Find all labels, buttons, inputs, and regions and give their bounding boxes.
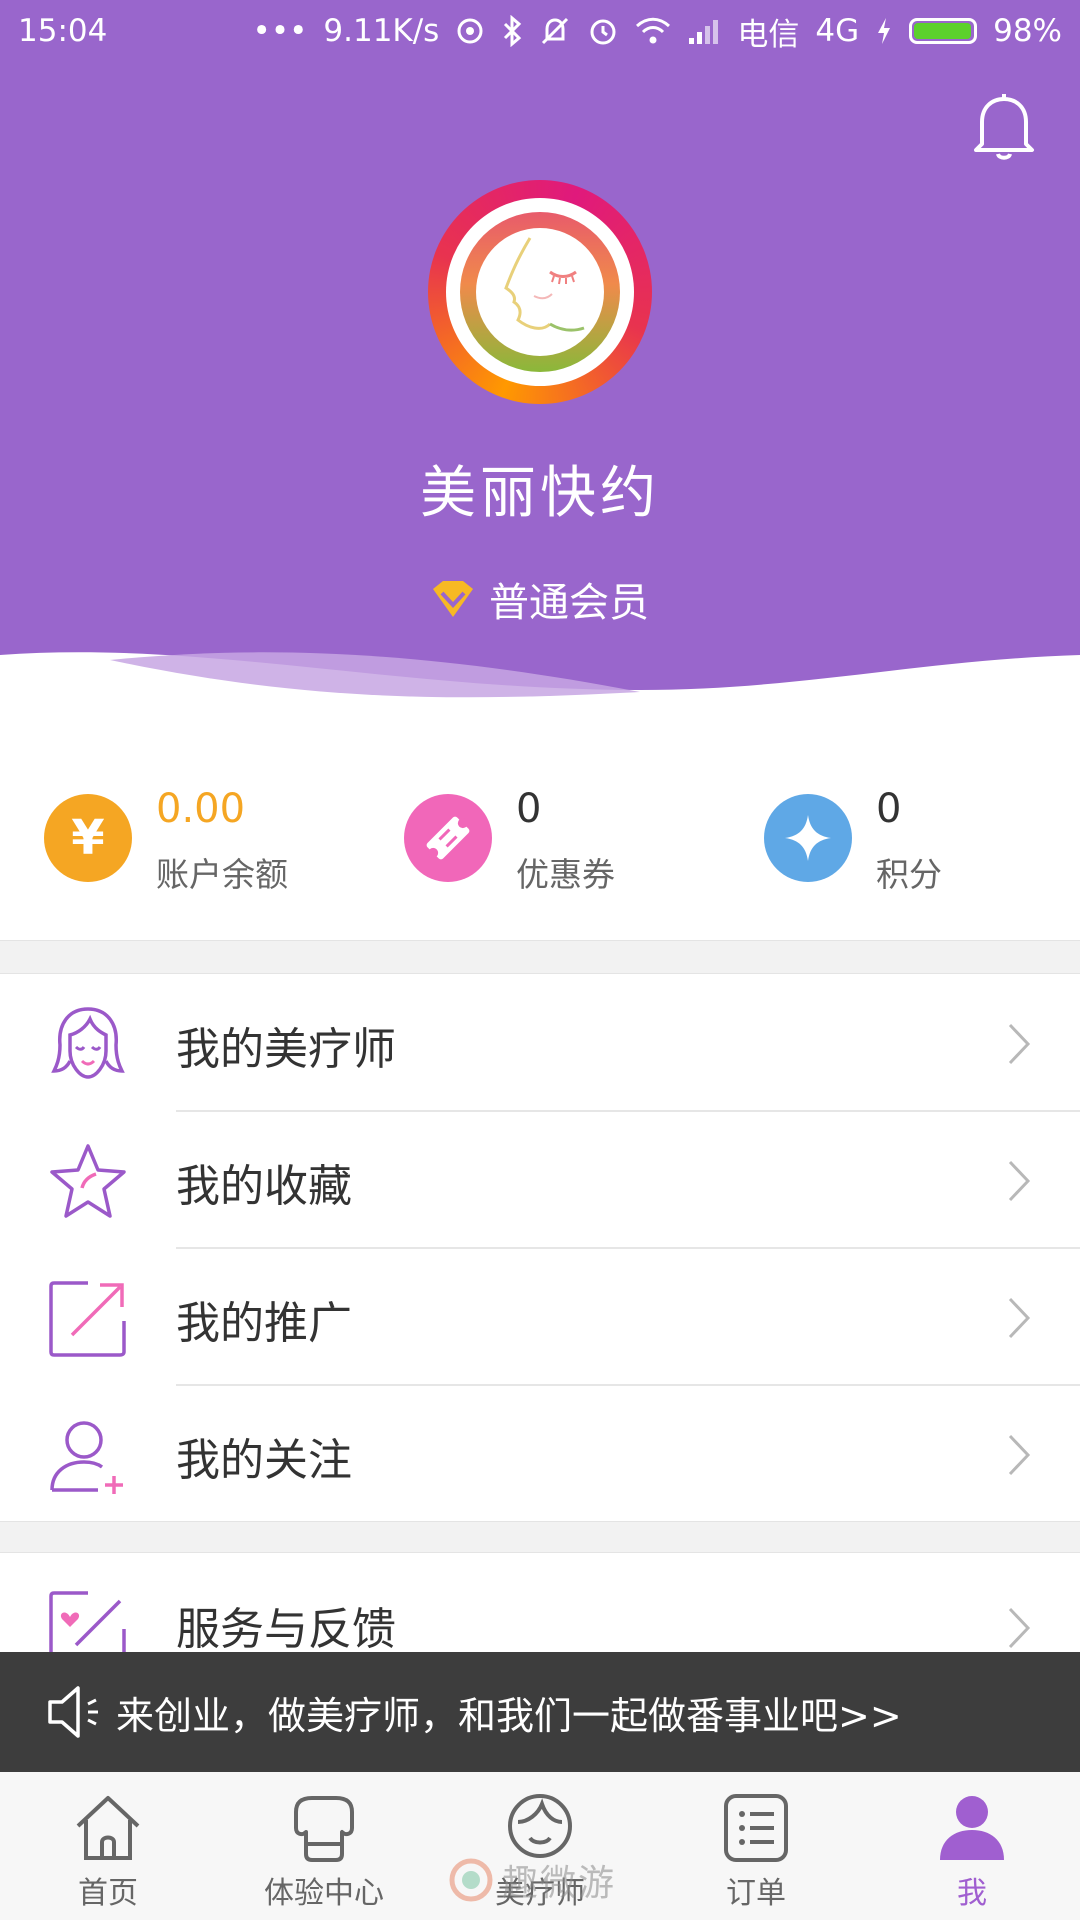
battery-icon <box>909 18 978 44</box>
tab-orders[interactable]: 订单 <box>648 1772 864 1920</box>
profile-header: 美丽快约 普通会员 <box>0 0 1080 720</box>
menu-item-label: 我的收藏 <box>176 1161 352 1212</box>
stat-value: 0.00 <box>156 786 246 832</box>
wifi-icon <box>636 17 671 44</box>
follow-user-icon <box>50 1421 123 1494</box>
bluetooth-icon <box>504 15 522 47</box>
tab-me[interactable]: 我 <box>864 1772 1080 1920</box>
member-level-badge[interactable]: 普通会员 <box>0 570 1080 628</box>
status-time: 15:04 <box>18 13 108 49</box>
stat-label: 账户余额 <box>156 855 288 894</box>
network-type: 4G <box>815 13 860 49</box>
charging-icon <box>878 18 891 44</box>
status-dots: ••• <box>252 13 308 49</box>
home-icon <box>76 1796 140 1860</box>
menu-item-label: 我的关注 <box>176 1435 352 1486</box>
watermark: 趣微游 <box>448 1850 648 1910</box>
member-level-label: 普通会员 <box>489 580 649 626</box>
menu-item-label: 服务与反馈 <box>176 1604 396 1652</box>
menu-item-my-therapists[interactable]: 我的美疗师 <box>0 975 1080 1112</box>
chevron-right-icon <box>1008 1434 1031 1476</box>
sparkle-icon <box>764 794 852 882</box>
diamond-icon <box>433 581 473 617</box>
recruit-banner[interactable]: 来创业，做美疗师，和我们一起做番事业吧>> <box>0 1652 1080 1772</box>
tab-experience-center[interactable]: 体验中心 <box>216 1772 432 1920</box>
section-divider <box>0 1521 1080 1553</box>
tab-label: 订单 <box>726 1876 786 1911</box>
banner-text: 来创业，做美疗师，和我们一起做番事业吧>> <box>116 1693 902 1738</box>
chevron-right-icon <box>1008 1297 1031 1339</box>
account-stats: ¥ 0.00 账户余额 0 优惠券 0 积分 <box>0 770 1080 940</box>
mute-bell-icon <box>542 17 569 45</box>
notification-bell-icon[interactable] <box>972 92 1036 162</box>
menu-item-label: 我的推广 <box>176 1298 352 1349</box>
watermark-logo-icon <box>449 1858 493 1902</box>
stat-coupons[interactable]: 0 优惠券 <box>360 770 720 940</box>
speaker-icon <box>48 1686 98 1738</box>
chevron-right-icon <box>1008 1023 1031 1065</box>
menu-item-my-favorites[interactable]: 我的收藏 <box>0 1112 1080 1249</box>
watermark-text: 趣微游 <box>502 1863 617 1904</box>
network-speed: 9.11K/s <box>323 13 440 49</box>
avatar[interactable] <box>428 180 652 404</box>
star-icon <box>50 1144 126 1218</box>
section-divider <box>0 940 1080 974</box>
share-icon <box>49 1281 126 1357</box>
chevron-right-icon <box>1008 1607 1031 1649</box>
battery-percent: 98% <box>993 13 1062 49</box>
coupon-icon <box>404 794 492 882</box>
profile-icon <box>940 1796 1004 1860</box>
chevron-right-icon <box>1008 1160 1031 1202</box>
menu-item-service-feedback[interactable]: 服务与反馈 <box>0 1553 1080 1652</box>
therapist-icon <box>51 1007 125 1079</box>
status-indicators: ••• 9.11K/s 电信 4G 98% <box>253 9 1062 54</box>
yuan-icon: ¥ <box>44 794 132 882</box>
feedback-icon <box>49 1591 126 1652</box>
tab-label: 我 <box>957 1876 987 1911</box>
beauty-face-logo-icon <box>504 237 585 332</box>
stat-value: 0 <box>516 786 542 832</box>
tab-label: 体验中心 <box>264 1876 384 1911</box>
menu-item-my-follows[interactable]: 我的关注 <box>0 1386 1080 1523</box>
order-list-icon <box>724 1794 788 1862</box>
menu-item-label: 我的美疗师 <box>176 1024 396 1075</box>
stat-value: 0 <box>876 786 902 832</box>
tab-label: 首页 <box>78 1876 138 1911</box>
username: 美丽快约 <box>420 461 660 526</box>
alarm-icon <box>590 19 616 45</box>
experience-center-icon <box>294 1796 354 1862</box>
tab-home[interactable]: 首页 <box>0 1772 216 1920</box>
stat-points[interactable]: 0 积分 <box>720 770 1080 940</box>
carrier-name: 电信 <box>737 16 800 53</box>
stat-balance[interactable]: ¥ 0.00 账户余额 <box>0 770 360 940</box>
menu-item-my-promotion[interactable]: 我的推广 <box>0 1249 1080 1386</box>
signal-icon <box>689 20 719 44</box>
hotspot-icon <box>457 18 483 44</box>
stat-label: 积分 <box>876 855 942 894</box>
stat-label: 优惠券 <box>516 855 615 894</box>
status-bar: 15:04 ••• 9.11K/s 电信 4G 98% <box>0 0 1080 62</box>
